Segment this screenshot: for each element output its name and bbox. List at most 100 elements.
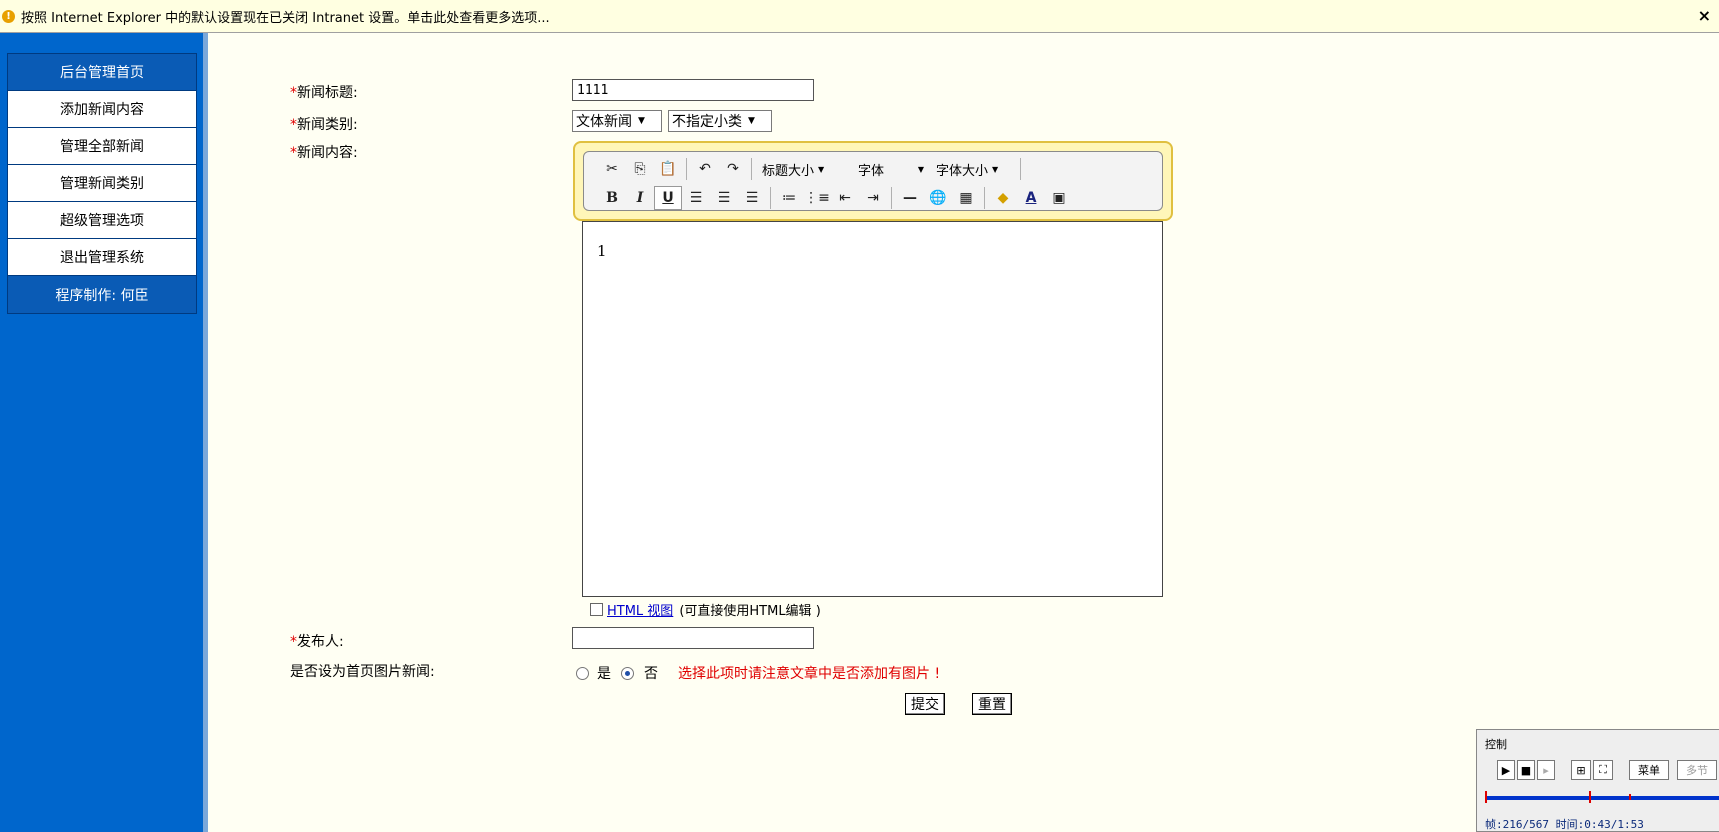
player-title: 控制	[1485, 738, 1507, 751]
subcategory-select[interactable]: 不指定小类 ▼	[668, 110, 772, 132]
publisher-label: *发布人:	[290, 631, 344, 651]
title-input[interactable]	[572, 79, 814, 101]
underline-icon[interactable]: U	[654, 186, 682, 210]
font-size-label: 字体大小	[936, 163, 989, 179]
content-label-text: 新闻内容:	[297, 145, 358, 161]
fullscreen-icon[interactable]: ⛶	[1593, 760, 1613, 780]
toolbar-row-2: B I U ☰ ☰ ☰ ≔ ⋮≡ ⇤ ⇥ — 🌐 ▦ ◆ A ▣	[598, 185, 1073, 211]
menu-item-manage-news[interactable]: 管理全部新闻	[8, 128, 196, 165]
submit-button[interactable]: 提交	[905, 693, 945, 715]
category-label: *新闻类别:	[290, 114, 358, 134]
toolbar-separator	[751, 158, 752, 180]
homepage-news-label: 是否设为首页图片新闻:	[290, 664, 435, 680]
menu-item-manage-categories[interactable]: 管理新闻类别	[8, 165, 196, 202]
ordered-list-icon[interactable]: ≔	[775, 186, 803, 210]
menu-footer-credit: 程序制作: 何臣	[8, 276, 196, 313]
radio-yes[interactable]	[576, 666, 589, 680]
font-dropdown[interactable]: 字体 ▼	[852, 157, 930, 181]
font-size-dropdown[interactable]: 字体大小 ▼	[930, 157, 1016, 181]
player-multi-button[interactable]: 多节	[1677, 760, 1717, 780]
title-label: *新闻标题:	[290, 82, 358, 102]
subcategory-select-value: 不指定小类	[672, 114, 742, 130]
radio-yes-label: 是	[597, 666, 611, 682]
publisher-label-text: 发布人:	[297, 634, 344, 650]
chevron-down-icon: ▼	[638, 116, 645, 126]
title-label-text: 新闻标题:	[297, 85, 358, 101]
menu-header[interactable]: 后台管理首页	[8, 54, 196, 91]
toolbar-row-1: ✂ ⎘ 📋 ↶ ↷ 标题大小 ▼ 字体 ▼ 字体大小 ▼	[598, 156, 1025, 182]
radio-no[interactable]	[621, 666, 634, 680]
editor-toolbar: ✂ ⎘ 📋 ↶ ↷ 标题大小 ▼ 字体 ▼ 字体大小 ▼ B I U ☰ ☰ ☰ ≔ …	[573, 141, 1173, 221]
required-mark: *	[290, 117, 297, 133]
copy-icon[interactable]: ⎘	[626, 157, 654, 181]
outdent-icon[interactable]: ⇤	[831, 186, 859, 210]
heading-size-label: 标题大小	[762, 163, 815, 179]
stop-icon[interactable]: ■	[1517, 760, 1535, 780]
infobar-message[interactable]: 按照 Internet Explorer 中的默认设置现在已关闭 Intrane…	[21, 7, 550, 26]
align-center-icon[interactable]: ☰	[710, 186, 738, 210]
heading-size-dropdown[interactable]: 标题大小 ▼	[756, 157, 852, 181]
hyperlink-globe-icon[interactable]: 🌐	[924, 186, 952, 210]
player-menu-button[interactable]: 菜单	[1629, 760, 1669, 780]
fit-window-icon[interactable]: ⊞	[1571, 760, 1591, 780]
step-icon[interactable]: ▸	[1537, 760, 1555, 780]
align-left-icon[interactable]: ☰	[682, 186, 710, 210]
align-right-icon[interactable]: ☰	[738, 186, 766, 210]
required-mark: *	[290, 145, 297, 161]
menu-item-super-admin[interactable]: 超级管理选项	[8, 202, 196, 239]
radio-no-label: 否	[644, 666, 658, 682]
player-frame-time: 帧:216/567 时间:0:43/1:53	[1485, 818, 1644, 831]
menu-item-add-news[interactable]: 添加新闻内容	[8, 91, 196, 128]
unordered-list-icon[interactable]: ⋮≡	[803, 186, 831, 210]
italic-icon[interactable]: I	[626, 186, 654, 210]
content-label: *新闻内容:	[290, 142, 358, 162]
toolbar-separator	[686, 158, 687, 180]
homepage-news-options: 是 否 选择此项时请注意文章中是否添加有图片 !	[576, 663, 940, 683]
toolbar-separator	[984, 187, 985, 209]
chevron-down-icon: ▼	[748, 116, 755, 126]
indent-icon[interactable]: ⇥	[859, 186, 887, 210]
category-select-value: 文体新闻	[576, 114, 632, 130]
player-progress-track[interactable]	[1485, 796, 1719, 800]
redo-icon[interactable]: ↷	[719, 157, 747, 181]
paste-icon[interactable]: 📋	[654, 157, 682, 181]
image-warning-text: 选择此项时请注意文章中是否添加有图片 !	[678, 666, 941, 682]
insert-image-icon[interactable]: ▣	[1045, 186, 1073, 210]
undo-icon[interactable]: ↶	[691, 157, 719, 181]
horizontal-rule-icon[interactable]: —	[896, 186, 924, 210]
toolbar-separator	[770, 187, 771, 209]
player-control-panel: 控制 ▶ ■ ▸ ⊞ ⛶ 菜单 多节 帧:216/567 时间:0:43/1:5…	[1476, 729, 1719, 832]
html-view-toggle: HTML 视图 (可直接使用HTML编辑 )	[590, 600, 821, 619]
html-view-checkbox[interactable]	[590, 603, 603, 616]
toolbar-panel: ✂ ⎘ 📋 ↶ ↷ 标题大小 ▼ 字体 ▼ 字体大小 ▼ B I U ☰ ☰ ☰ ≔ …	[583, 151, 1163, 211]
editor-content-area[interactable]: 1	[582, 221, 1163, 597]
reset-button[interactable]: 重置	[972, 693, 1012, 715]
close-icon[interactable]: ×	[1698, 6, 1711, 25]
toolbar-separator	[1020, 158, 1021, 180]
play-icon[interactable]: ▶	[1497, 760, 1515, 780]
menu-item-logout[interactable]: 退出管理系统	[8, 239, 196, 276]
toolbar-separator	[891, 187, 892, 209]
highlight-color-icon[interactable]: ◆	[989, 186, 1017, 210]
ie-infobar[interactable]: ! 按照 Internet Explorer 中的默认设置现在已关闭 Intra…	[0, 0, 1719, 33]
category-label-text: 新闻类别:	[297, 117, 358, 133]
editor-text[interactable]: 1	[597, 242, 607, 260]
font-label: 字体	[858, 163, 885, 179]
html-view-link[interactable]: HTML 视图	[607, 600, 673, 619]
cut-icon[interactable]: ✂	[598, 157, 626, 181]
required-mark: *	[290, 85, 297, 101]
bold-icon[interactable]: B	[598, 186, 626, 210]
progress-marker	[1629, 794, 1631, 800]
publisher-input[interactable]	[572, 627, 814, 649]
sidebar: 后台管理首页 添加新闻内容 管理全部新闻 管理新闻类别 超级管理选项 退出管理系…	[0, 33, 208, 832]
chevron-down-icon: ▼	[992, 164, 999, 174]
chevron-down-icon: ▼	[917, 164, 924, 174]
warning-shield-icon: !	[2, 9, 15, 23]
table-icon[interactable]: ▦	[952, 186, 980, 210]
progress-start-marker	[1485, 791, 1487, 803]
admin-menu: 后台管理首页 添加新闻内容 管理全部新闻 管理新闻类别 超级管理选项 退出管理系…	[7, 53, 197, 314]
progress-playhead[interactable]	[1589, 791, 1591, 803]
category-select[interactable]: 文体新闻 ▼	[572, 110, 662, 132]
font-color-icon[interactable]: A	[1017, 186, 1045, 210]
required-mark: *	[290, 634, 297, 650]
